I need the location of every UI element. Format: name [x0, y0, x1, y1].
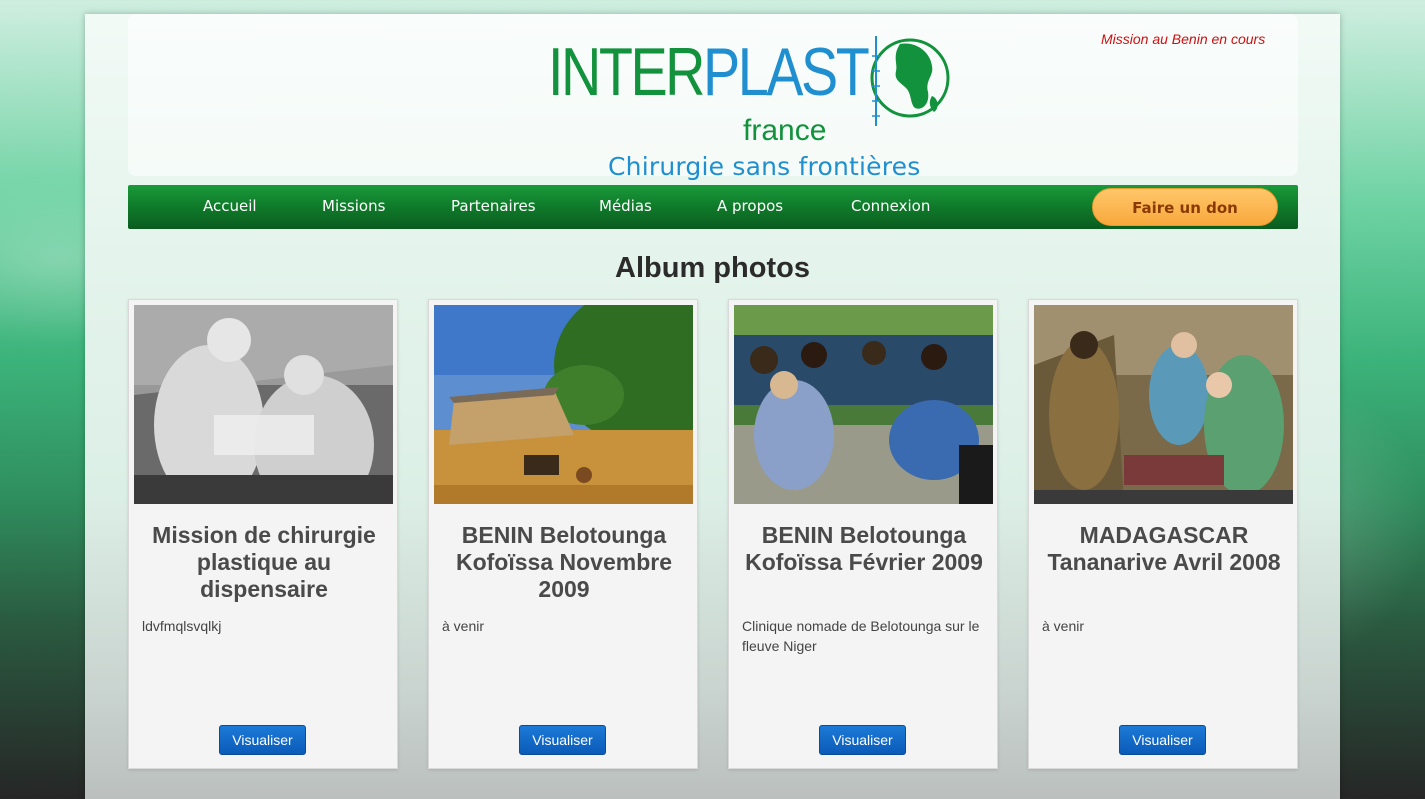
album-card-title: BENIN Belotounga Kofoïssa Février 2009	[745, 522, 983, 575]
album-thumbnail-madagascar[interactable]	[1034, 305, 1293, 504]
mission-status-link[interactable]: Mission au Benin en cours	[1101, 31, 1265, 47]
album-card: BENIN Belotounga Kofoïssa Février 2009 C…	[728, 299, 998, 769]
album-card-title: BENIN Belotounga Kofoïssa Novembre 2009	[455, 522, 672, 602]
album-card-description: à venir	[442, 618, 485, 634]
logo-plast-text: PLAST	[702, 34, 870, 110]
site-header: INTERPLAST france Chirurgie sans frontiè…	[128, 14, 1298, 181]
page-title: Album photos	[615, 252, 810, 284]
visualiser-button[interactable]: Visualiser	[819, 725, 906, 755]
album-card-title: MADAGASCAR Tananarive Avril 2008	[1047, 522, 1281, 575]
album-thumbnail-village[interactable]	[434, 305, 693, 504]
visualiser-button[interactable]: Visualiser	[1119, 725, 1206, 755]
nav-item-connexion[interactable]: Connexion	[851, 197, 930, 215]
globe-icon	[870, 36, 950, 126]
nav-item-a-propos[interactable]: A propos	[717, 197, 783, 215]
donate-button[interactable]: Faire un don	[1092, 188, 1278, 226]
album-card-description: à venir	[1042, 618, 1085, 634]
album-card: MADAGASCAR Tananarive Avril 2008 à venir…	[1028, 299, 1298, 769]
logo-wordmark: INTERPLAST	[548, 38, 870, 106]
album-card: Mission de chirurgie plastique au dispen…	[128, 299, 398, 769]
visualiser-button[interactable]: Visualiser	[519, 725, 606, 755]
logo-france-text: france	[743, 114, 827, 147]
album-thumbnail-surgery[interactable]	[134, 305, 393, 504]
visualiser-button[interactable]: Visualiser	[219, 725, 306, 755]
logo-inter-text: INTER	[548, 34, 705, 110]
album-card-title: Mission de chirurgie plastique au dispen…	[152, 522, 376, 602]
site-tagline: Chirurgie sans frontières	[608, 152, 921, 181]
nav-item-accueil[interactable]: Accueil	[203, 197, 257, 215]
nav-item-partenaires[interactable]: Partenaires	[451, 197, 536, 215]
main-navbar: Accueil Missions Partenaires Médias A pr…	[128, 185, 1298, 229]
page-container: INTERPLAST france Chirurgie sans frontiè…	[85, 14, 1340, 799]
album-card: BENIN Belotounga Kofoïssa Novembre 2009 …	[428, 299, 698, 769]
nav-item-missions[interactable]: Missions	[322, 197, 385, 215]
nav-item-medias[interactable]: Médias	[599, 197, 652, 215]
album-card-description: ldvfmqlsvqlkj	[142, 618, 222, 634]
album-thumbnail-clinic[interactable]	[734, 305, 993, 504]
album-card-description: Clinique nomade de Belotounga sur le fle…	[742, 618, 980, 654]
